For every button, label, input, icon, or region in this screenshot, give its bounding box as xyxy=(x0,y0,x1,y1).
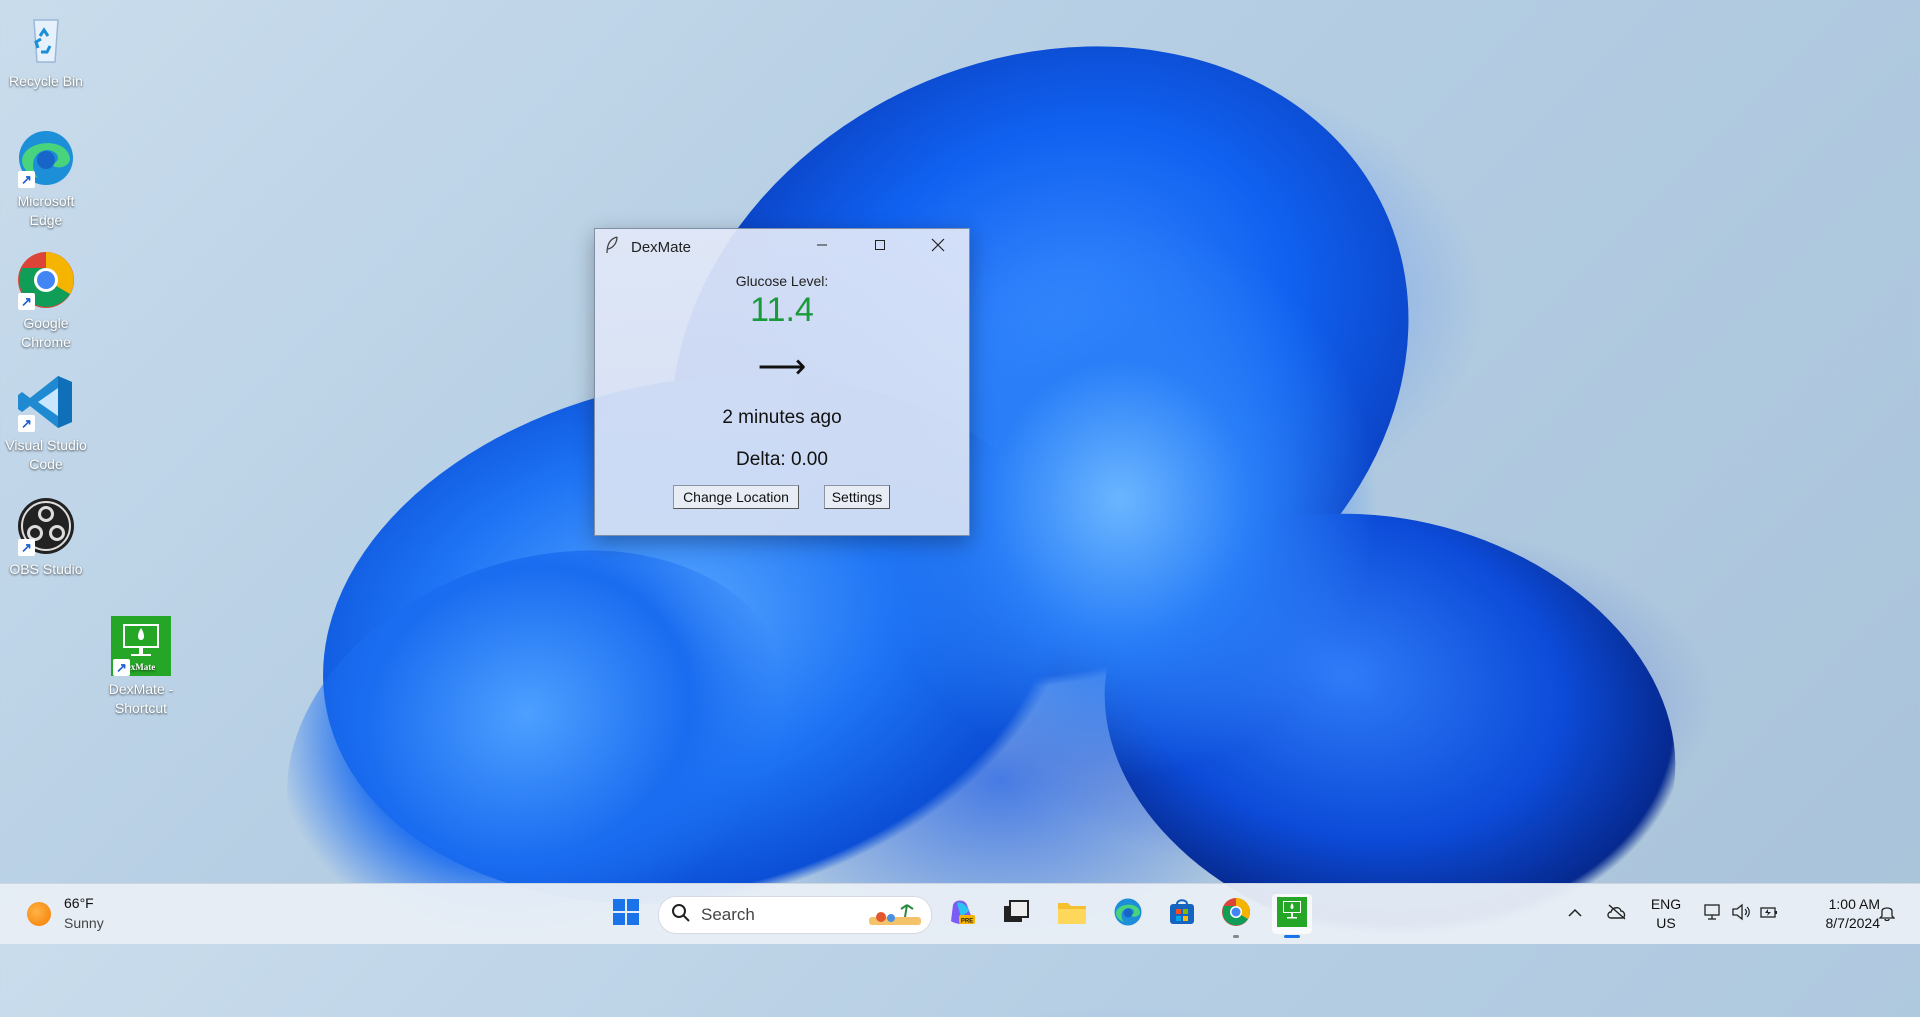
feather-icon xyxy=(605,235,627,259)
edge-icon xyxy=(1113,897,1143,932)
glucose-label: Glucose Level: xyxy=(735,273,829,289)
desktop-icon-label: OBS Studio xyxy=(9,561,83,577)
start-button[interactable] xyxy=(606,894,646,934)
delta-text: Delta: 0.00 xyxy=(736,449,828,470)
taskbar-search[interactable] xyxy=(658,896,932,934)
desktop-icon-recycle-bin[interactable]: Recycle Bin xyxy=(0,8,92,91)
taskbar-app-chrome[interactable] xyxy=(1216,894,1256,938)
window-title: DexMate xyxy=(631,238,692,256)
chrome-icon: ↗ xyxy=(16,250,76,310)
window-content: Glucose Level: 11.4 ⟶ 2 minutes ago Delt… xyxy=(595,265,969,533)
settings-button[interactable]: Settings xyxy=(824,485,890,509)
shortcut-arrow-icon: ↗ xyxy=(18,293,35,310)
desktop-icon-edge[interactable]: ↗ Microsoft Edge xyxy=(0,128,92,230)
windows-logo-icon xyxy=(612,898,640,931)
show-hidden-icons-button[interactable] xyxy=(1560,894,1590,934)
desktop-icon-label: Recycle Bin xyxy=(9,73,83,89)
dexmate-icon xyxy=(1277,896,1307,932)
store-icon xyxy=(1168,898,1196,931)
taskbar-app-copilot[interactable]: PRE xyxy=(942,894,982,934)
desktop-icon-dexmate-shortcut[interactable]: exMate ↗ DexMate - Shortcut xyxy=(95,616,187,718)
file-explorer-icon xyxy=(1057,898,1087,931)
vscode-icon: ↗ xyxy=(16,372,76,432)
trend-arrow-icon: ⟶ xyxy=(757,348,807,386)
clock-date: 8/7/2024 xyxy=(1825,915,1881,931)
battery-charging-icon xyxy=(1759,903,1779,926)
maximize-icon xyxy=(874,238,886,256)
volume-icon xyxy=(1731,903,1751,926)
taskbar-app-file-explorer[interactable] xyxy=(1052,894,1092,934)
taskbar-app-dexmate[interactable] xyxy=(1272,894,1312,938)
onedrive-button[interactable] xyxy=(1602,894,1632,934)
search-icon xyxy=(671,903,691,928)
copilot-icon: PRE xyxy=(947,897,977,932)
chevron-up-icon xyxy=(1568,905,1582,923)
desktop-icon-label: Visual Studio Code xyxy=(5,437,87,472)
title-bar[interactable]: DexMate xyxy=(595,229,969,265)
shortcut-arrow-icon: ↗ xyxy=(18,415,35,432)
obs-icon: ↗ xyxy=(16,496,76,556)
desktop-icon-label: Google Chrome xyxy=(21,315,71,350)
desktop-icon-label: Microsoft Edge xyxy=(17,193,75,228)
shortcut-arrow-icon: ↗ xyxy=(18,539,35,556)
active-indicator xyxy=(1284,935,1300,938)
sun-icon xyxy=(27,902,51,926)
taskbar: 66°F Sunny Search PRE ENG US 1:00 AM 8/7… xyxy=(0,883,1920,944)
recycle-bin-icon xyxy=(16,8,76,68)
running-indicator xyxy=(1233,935,1239,938)
minimize-icon xyxy=(816,238,828,256)
language-code: ENG xyxy=(1650,896,1682,912)
chrome-icon xyxy=(1221,897,1251,932)
glucose-value: 11.4 xyxy=(750,291,814,329)
edge-icon: ↗ xyxy=(16,128,76,188)
weather-temp: 66°F xyxy=(64,895,94,911)
shortcut-arrow-icon: ↗ xyxy=(18,171,35,188)
taskbar-app-edge[interactable] xyxy=(1108,894,1148,934)
weather-condition: Sunny xyxy=(64,915,104,931)
close-icon xyxy=(931,238,945,257)
weather-widget[interactable]: 66°F Sunny xyxy=(20,894,140,934)
taskbar-app-store[interactable] xyxy=(1162,894,1202,934)
last-update-text: 2 minutes ago xyxy=(722,407,842,428)
clock-time: 1:00 AM xyxy=(1828,896,1880,912)
dexmate-icon: exMate ↗ xyxy=(111,616,171,676)
desktop-icon-label: DexMate - Shortcut xyxy=(108,681,174,716)
desktop-icon-chrome[interactable]: ↗ Google Chrome xyxy=(0,250,92,352)
change-location-button[interactable]: Change Location xyxy=(673,485,799,509)
desktop-icon-obs[interactable]: ↗ OBS Studio xyxy=(0,496,92,579)
minimize-button[interactable] xyxy=(793,229,851,265)
notifications-button[interactable] xyxy=(1872,894,1902,934)
dexmate-window[interactable]: DexMate Glucose Level: 11.4 ⟶ 2 minutes … xyxy=(594,228,970,536)
desktop-icon-vscode[interactable]: ↗ Visual Studio Code xyxy=(0,372,92,474)
region-code: US xyxy=(1656,915,1676,931)
bell-icon xyxy=(1878,903,1896,926)
search-highlight-icon xyxy=(867,903,923,932)
network-icon xyxy=(1703,903,1723,926)
quick-settings-button[interactable] xyxy=(1698,894,1784,934)
shortcut-arrow-icon: ↗ xyxy=(113,659,130,676)
language-indicator[interactable]: ENG US xyxy=(1646,895,1686,933)
maximize-button[interactable] xyxy=(851,229,909,265)
svg-text:PRE: PRE xyxy=(961,918,973,924)
clock[interactable]: 1:00 AM 8/7/2024 xyxy=(1796,895,1881,933)
taskbar-app-task-view[interactable] xyxy=(996,894,1036,934)
close-button[interactable] xyxy=(909,229,967,265)
cloud-offline-icon xyxy=(1606,903,1628,925)
search-input[interactable] xyxy=(699,904,853,926)
task-view-icon xyxy=(1002,898,1030,931)
svg-text:exMate: exMate xyxy=(127,662,155,672)
